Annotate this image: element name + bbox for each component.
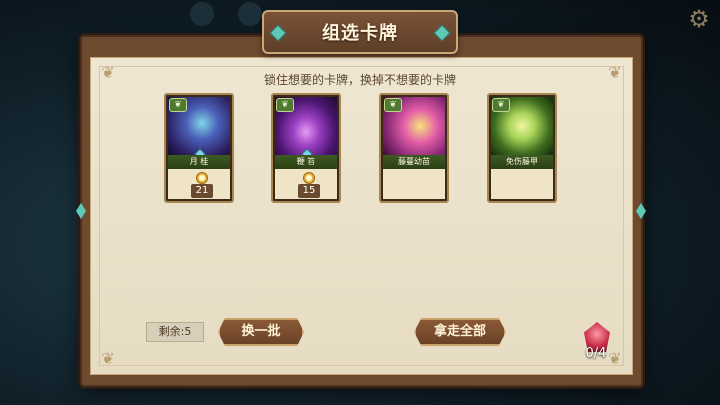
card-name: 藤蔓幼苗 — [383, 155, 445, 169]
refresh-button[interactable]: 换一批 — [218, 318, 304, 346]
settings-gear-icon[interactable]: ⚙ — [686, 6, 712, 32]
card-desc — [383, 169, 445, 199]
remaining-count: 剩余:5 — [146, 322, 204, 342]
card-slot[interactable]: ❦ 免伤藤甲 — [487, 93, 557, 203]
banner-gem-icon — [269, 24, 287, 42]
banner-gem-icon — [433, 24, 451, 42]
title-banner: 组选卡牌 — [262, 10, 458, 54]
card-slot[interactable]: ❦ 月 桂 ● 21 — [164, 93, 234, 203]
card-slot[interactable]: ❦ 藤蔓幼苗 — [379, 93, 449, 203]
card-desc: ● 21 — [168, 169, 230, 199]
card-desc: ● 15 — [275, 169, 337, 199]
dialog-title: 组选卡牌 — [322, 23, 398, 44]
card-price: 15 — [298, 184, 320, 198]
plant-icon: ❦ — [169, 98, 187, 112]
plant-icon: ❦ — [492, 98, 510, 112]
deck-counter[interactable]: 0/4 — [575, 322, 617, 368]
card-name: 鞭 笞 — [275, 155, 337, 169]
plant-icon: ❦ — [276, 98, 294, 112]
card-desc — [491, 169, 553, 199]
corner-ornament-icon: ❦ — [101, 349, 115, 368]
deck-count: 0/4 — [585, 346, 607, 361]
plant-icon: ❦ — [384, 98, 402, 112]
background-orb — [238, 2, 262, 26]
coin-icon: ● — [196, 172, 208, 184]
card-price: 21 — [191, 184, 213, 198]
dialog-subtitle: 锁住想要的卡牌，换掉不想要的卡牌 — [263, 73, 456, 87]
card-name: 免伤藤甲 — [491, 155, 553, 169]
coin-icon: ● — [303, 172, 315, 184]
card-slot[interactable]: ❦ 鞭 笞 ● 15 — [271, 93, 341, 203]
card-name: 月 桂 — [168, 155, 230, 169]
background-orb — [190, 2, 214, 26]
take-all-button[interactable]: 拿走全部 — [414, 318, 506, 346]
